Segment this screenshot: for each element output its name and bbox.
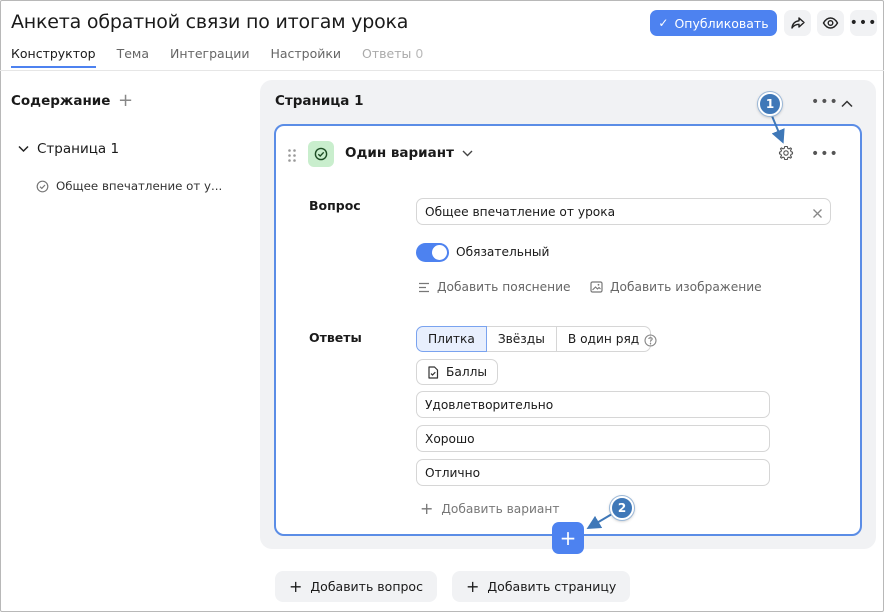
text-lines-icon <box>419 282 429 292</box>
responses-count: 0 <box>415 46 424 61</box>
chevron-up-icon <box>841 100 853 108</box>
add-hint-label: Добавить пояснение <box>437 280 571 294</box>
tab-constructor[interactable]: Конструктор <box>11 46 96 68</box>
answer-input-1[interactable] <box>416 391 770 418</box>
view-option-row[interactable]: В один ряд <box>555 326 652 352</box>
add-variant-button[interactable]: + Добавить вариант <box>420 499 559 518</box>
check-circle-icon <box>314 147 328 161</box>
toc-question-label: Общее впечатление от у... <box>56 179 223 193</box>
answer-input-3[interactable] <box>416 459 770 486</box>
question-settings-button[interactable] <box>778 145 794 165</box>
answer-input-2[interactable] <box>416 425 770 452</box>
add-question-label: Добавить вопрос <box>310 579 423 594</box>
chevron-down-icon <box>462 150 473 156</box>
form-title: Анкета обратной связи по итогам урока <box>11 11 409 33</box>
question-type-dropdown[interactable]: Один вариант <box>345 145 473 161</box>
plus-icon: + <box>466 577 480 596</box>
close-icon <box>813 209 822 218</box>
plus-icon: + <box>118 90 134 111</box>
add-image-label: Добавить изображение <box>610 280 762 294</box>
question-field-label: Вопрос <box>309 198 361 213</box>
tab-bar: Конструктор Тема Интеграции Настройки От… <box>11 46 444 68</box>
view-switcher: Плитка Звёзды В один ряд <box>416 326 652 352</box>
more-icon: ••• <box>849 15 878 31</box>
toc-question-item[interactable]: Общее впечатление от у... <box>36 179 222 193</box>
add-question-button[interactable]: + Добавить вопрос <box>275 571 437 602</box>
view-option-tile[interactable]: Плитка <box>416 326 487 352</box>
add-page-button[interactable]: + Добавить страницу <box>452 571 631 602</box>
page-more-button[interactable]: ••• <box>811 94 839 110</box>
add-page-label: Добавить страницу <box>487 579 617 594</box>
add-image-button[interactable]: Добавить изображение <box>590 280 762 294</box>
question-type-label: Один вариант <box>345 145 454 161</box>
add-variant-label: Добавить вариант <box>441 501 560 516</box>
tab-settings[interactable]: Настройки <box>270 46 341 67</box>
tab-responses[interactable]: Ответы 0 <box>362 46 423 67</box>
preview-button[interactable] <box>817 10 844 36</box>
publish-button[interactable]: ✓ Опубликовать <box>650 10 777 36</box>
required-toggle[interactable] <box>416 243 449 262</box>
clear-question-button[interactable] <box>812 204 823 223</box>
required-label: Обязательный <box>456 245 550 259</box>
callout-2: 2 <box>610 496 634 520</box>
question-circle-icon <box>644 334 657 347</box>
chevron-down-icon <box>18 145 29 153</box>
points-button[interactable]: Баллы <box>416 359 499 385</box>
toc-add-button[interactable]: + <box>118 90 133 111</box>
plus-icon: + <box>559 526 577 550</box>
more-button[interactable]: ••• <box>850 10 877 36</box>
image-icon <box>590 281 603 293</box>
view-option-stars[interactable]: Звёзды <box>485 326 557 352</box>
share-icon <box>790 17 805 29</box>
document-check-icon <box>428 365 439 379</box>
gear-icon <box>778 145 794 161</box>
plus-icon: + <box>289 577 303 596</box>
toc-title: Содержание <box>11 93 111 109</box>
more-icon: ••• <box>811 94 839 110</box>
page-title: Страница 1 <box>275 93 364 109</box>
callout-1: 1 <box>758 92 782 116</box>
points-label: Баллы <box>446 365 488 379</box>
add-hint-button[interactable]: Добавить пояснение <box>418 280 571 294</box>
add-element-button[interactable]: + <box>552 522 584 554</box>
check-icon: ✓ <box>658 16 669 30</box>
plus-icon: + <box>420 499 434 518</box>
check-circle-icon <box>36 180 49 192</box>
tab-integrations[interactable]: Интеграции <box>170 46 249 67</box>
eye-icon <box>822 17 839 29</box>
question-type-badge <box>308 141 334 167</box>
drag-handle[interactable] <box>288 147 296 166</box>
header-divider <box>0 70 884 71</box>
publish-label: Опубликовать <box>674 15 769 31</box>
toc-page-label: Страница 1 <box>37 141 120 157</box>
drag-handle-icon <box>288 149 296 162</box>
help-button[interactable] <box>644 332 657 351</box>
toc-page-item[interactable]: Страница 1 <box>18 141 119 157</box>
more-icon: ••• <box>811 146 839 162</box>
page-collapse-button[interactable] <box>841 93 853 112</box>
question-input[interactable] <box>416 198 831 225</box>
tab-theme[interactable]: Тема <box>117 46 149 67</box>
question-more-button[interactable]: ••• <box>811 146 839 162</box>
answers-field-label: Ответы <box>309 330 362 345</box>
share-button[interactable] <box>784 10 811 36</box>
